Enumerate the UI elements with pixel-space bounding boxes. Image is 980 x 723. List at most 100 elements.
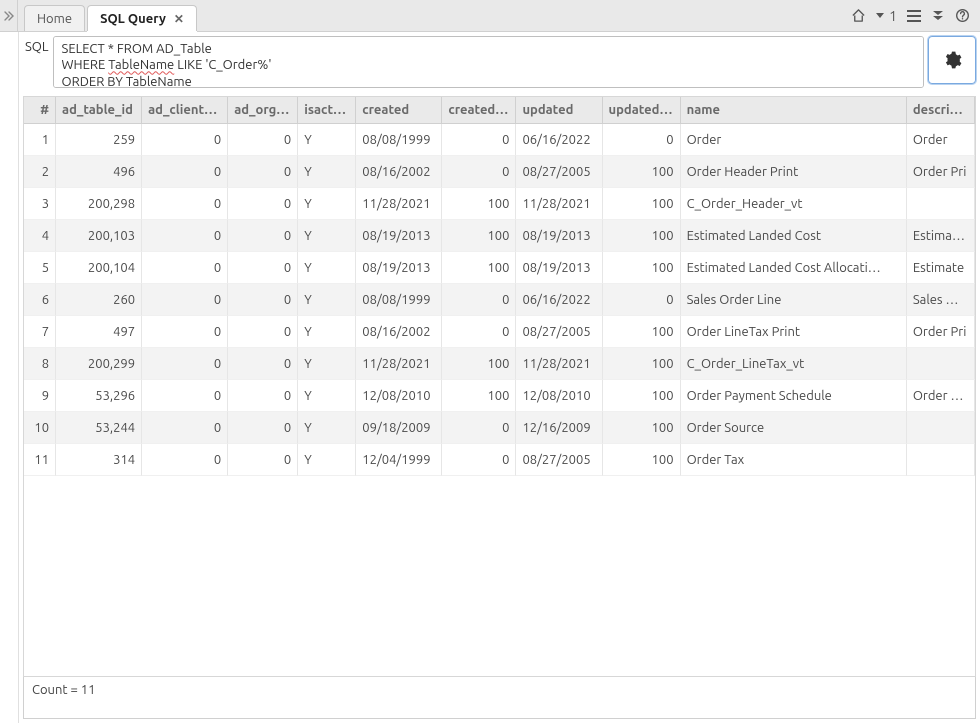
cell-updatedby: 100 bbox=[603, 412, 681, 444]
col-ad-client-id[interactable]: ad_client_id bbox=[142, 97, 228, 124]
cell-ad_client_id: 0 bbox=[142, 412, 228, 444]
tab-body: SQL SELECT * FROM AD_Table WHERE TableNa… bbox=[18, 32, 980, 723]
cell-ad_client_id: 0 bbox=[142, 124, 228, 156]
cell-description: Sales Ord bbox=[907, 284, 975, 316]
table-row[interactable]: 125900Y08/08/1999006/16/20220OrderOrder bbox=[24, 124, 975, 156]
cell-isactive: Y bbox=[298, 252, 356, 284]
cell-name: Order bbox=[681, 124, 907, 156]
cell-updated: 06/16/2022 bbox=[516, 284, 602, 316]
sql-line-3a: ORDER BY bbox=[62, 75, 126, 89]
sql-input[interactable]: SELECT * FROM AD_Table WHERE TableName L… bbox=[53, 36, 924, 88]
menu-icon[interactable] bbox=[903, 4, 925, 28]
cell-idx: 9 bbox=[24, 380, 56, 412]
cell-name: Order Source bbox=[681, 412, 907, 444]
sql-line-2a: WHERE bbox=[62, 58, 109, 72]
cell-createdby: 0 bbox=[442, 124, 516, 156]
cell-description: Estimated bbox=[907, 220, 975, 252]
cell-name: Estimated Landed Cost Allocati… bbox=[681, 252, 907, 284]
cell-updated: 08/27/2005 bbox=[516, 316, 602, 348]
table-row[interactable]: 1131400Y12/04/1999008/27/2005100Order Ta… bbox=[24, 444, 975, 476]
sql-line-2b: TableName bbox=[108, 58, 174, 72]
more-icon[interactable] bbox=[927, 4, 949, 28]
tab-home-label: Home bbox=[37, 12, 72, 26]
cell-isactive: Y bbox=[298, 316, 356, 348]
cell-ad_table_id: 260 bbox=[56, 284, 142, 316]
cell-name: Order Payment Schedule bbox=[681, 380, 907, 412]
gear-icon bbox=[942, 50, 962, 70]
cell-ad_client_id: 0 bbox=[142, 220, 228, 252]
col-createdby[interactable]: createdby bbox=[442, 97, 516, 124]
expand-collapse-icon[interactable] bbox=[0, 0, 18, 31]
table-row[interactable]: 4200,10300Y08/19/201310008/19/2013100Est… bbox=[24, 220, 975, 252]
col-created[interactable]: created bbox=[356, 97, 442, 124]
cell-ad_table_id: 53,244 bbox=[56, 412, 142, 444]
notification-dropdown[interactable]: 1 bbox=[872, 4, 901, 28]
cell-ad_org_id: 0 bbox=[228, 188, 298, 220]
table-row[interactable]: 953,29600Y12/08/201010012/08/2010100Orde… bbox=[24, 380, 975, 412]
cell-createdby: 0 bbox=[442, 316, 516, 348]
home-icon[interactable] bbox=[847, 4, 870, 28]
table-row[interactable]: 8200,29900Y11/28/202110011/28/2021100C_O… bbox=[24, 348, 975, 380]
cell-updatedby: 100 bbox=[603, 156, 681, 188]
table-row[interactable]: 5200,10400Y08/19/201310008/19/2013100Est… bbox=[24, 252, 975, 284]
cell-createdby: 0 bbox=[442, 444, 516, 476]
cell-updatedby: 100 bbox=[603, 316, 681, 348]
cell-isactive: Y bbox=[298, 124, 356, 156]
tab-home[interactable]: Home bbox=[24, 5, 85, 31]
cell-ad_client_id: 0 bbox=[142, 380, 228, 412]
cell-idx: 6 bbox=[24, 284, 56, 316]
cell-description bbox=[907, 444, 975, 476]
cell-isactive: Y bbox=[298, 188, 356, 220]
table-row[interactable]: 1053,24400Y09/18/2009012/16/2009100Order… bbox=[24, 412, 975, 444]
cell-ad_client_id: 0 bbox=[142, 188, 228, 220]
cell-updated: 11/28/2021 bbox=[516, 188, 602, 220]
cell-updatedby: 100 bbox=[603, 380, 681, 412]
cell-isactive: Y bbox=[298, 220, 356, 252]
cell-created: 08/16/2002 bbox=[356, 316, 442, 348]
cell-ad_table_id: 497 bbox=[56, 316, 142, 348]
cell-createdby: 100 bbox=[442, 252, 516, 284]
cell-ad_client_id: 0 bbox=[142, 284, 228, 316]
cell-ad_table_id: 53,296 bbox=[56, 380, 142, 412]
cell-created: 08/08/1999 bbox=[356, 124, 442, 156]
col-name[interactable]: name bbox=[681, 97, 907, 124]
col-updatedby[interactable]: updatedby bbox=[603, 97, 681, 124]
cell-created: 08/19/2013 bbox=[356, 220, 442, 252]
cell-created: 08/19/2013 bbox=[356, 252, 442, 284]
cell-updated: 08/27/2005 bbox=[516, 156, 602, 188]
cell-ad_table_id: 314 bbox=[56, 444, 142, 476]
tab-sql-query[interactable]: SQL Query ✕ bbox=[87, 5, 197, 31]
col-index[interactable]: # bbox=[24, 97, 56, 124]
cell-name: Sales Order Line bbox=[681, 284, 907, 316]
run-settings-button[interactable] bbox=[928, 36, 976, 84]
cell-created: 08/16/2002 bbox=[356, 156, 442, 188]
cell-ad_client_id: 0 bbox=[142, 316, 228, 348]
results-grid[interactable]: # ad_table_id ad_client_id ad_org_id isa… bbox=[23, 96, 976, 677]
col-ad-org-id[interactable]: ad_org_id bbox=[228, 97, 298, 124]
notification-count: 1 bbox=[889, 8, 897, 24]
table-row[interactable]: 3200,29800Y11/28/202110011/28/2021100C_O… bbox=[24, 188, 975, 220]
table-row[interactable]: 749700Y08/16/2002008/27/2005100Order Lin… bbox=[24, 316, 975, 348]
cell-idx: 3 bbox=[24, 188, 56, 220]
close-icon[interactable]: ✕ bbox=[174, 12, 184, 26]
col-updated[interactable]: updated bbox=[516, 97, 602, 124]
col-isactive[interactable]: isactive bbox=[298, 97, 356, 124]
col-description[interactable]: description bbox=[907, 97, 975, 124]
table-row[interactable]: 249600Y08/16/2002008/27/2005100Order Hea… bbox=[24, 156, 975, 188]
cell-ad_org_id: 0 bbox=[228, 348, 298, 380]
sql-line-1: SELECT * FROM AD_Table bbox=[62, 42, 212, 56]
cell-ad_org_id: 0 bbox=[228, 220, 298, 252]
cell-idx: 10 bbox=[24, 412, 56, 444]
toolbar-right: 1 bbox=[847, 0, 974, 31]
cell-description bbox=[907, 412, 975, 444]
cell-createdby: 100 bbox=[442, 348, 516, 380]
sql-line-2c: LIKE 'C_Order%' bbox=[174, 58, 271, 72]
help-icon[interactable] bbox=[951, 4, 974, 28]
cell-ad_org_id: 0 bbox=[228, 380, 298, 412]
cell-name: C_Order_Header_vt bbox=[681, 188, 907, 220]
cell-updatedby: 100 bbox=[603, 444, 681, 476]
col-ad-table-id[interactable]: ad_table_id bbox=[56, 97, 142, 124]
cell-ad_org_id: 0 bbox=[228, 156, 298, 188]
cell-ad_table_id: 496 bbox=[56, 156, 142, 188]
table-row[interactable]: 626000Y08/08/1999006/16/20220Sales Order… bbox=[24, 284, 975, 316]
